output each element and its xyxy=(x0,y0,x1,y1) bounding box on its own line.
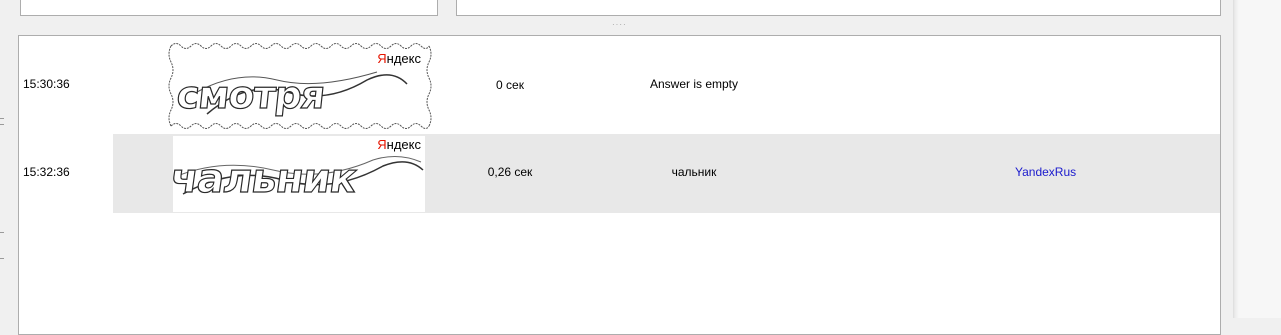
yandex-logo: Яндекс xyxy=(377,137,421,152)
settings-panel-bottom xyxy=(20,0,438,16)
row-duration: 0,26 сек xyxy=(487,165,533,179)
row-answer: Answer is empty xyxy=(649,77,739,91)
yandex-logo: Яндекс xyxy=(377,51,421,66)
captcha-log-list[interactable]: 15:30:36 Яндекс смотря 0 сек Answer is e… xyxy=(18,35,1221,335)
edge-tick xyxy=(0,258,4,259)
window-left-edge xyxy=(0,0,12,318)
splitter-grip[interactable]: ···· xyxy=(612,21,632,29)
captcha-word: чальник xyxy=(173,155,360,202)
edge-tick xyxy=(0,232,4,233)
captcha-image: Яндекс чальник xyxy=(173,136,425,212)
log-row[interactable]: 15:30:36 Яндекс смотря 0 сек Answer is e… xyxy=(19,36,1220,134)
row-duration: 0 сек xyxy=(496,78,524,92)
window-right-edge xyxy=(1233,0,1281,318)
row-time: 15:30:36 xyxy=(23,77,70,91)
edge-tick xyxy=(0,118,4,119)
row-service-link[interactable]: YandexRus xyxy=(1015,165,1076,179)
row-answer: чальник xyxy=(671,165,717,179)
captcha-word: смотря xyxy=(174,72,327,117)
log-row-selected[interactable]: 15:32:36 Яндекс чальник 0,26 сек чальник… xyxy=(19,134,1220,213)
edge-tick xyxy=(0,124,4,125)
status-panel-bottom xyxy=(456,0,1221,16)
captcha-image: Яндекс смотря xyxy=(167,40,433,132)
row-time: 15:32:36 xyxy=(23,165,70,179)
